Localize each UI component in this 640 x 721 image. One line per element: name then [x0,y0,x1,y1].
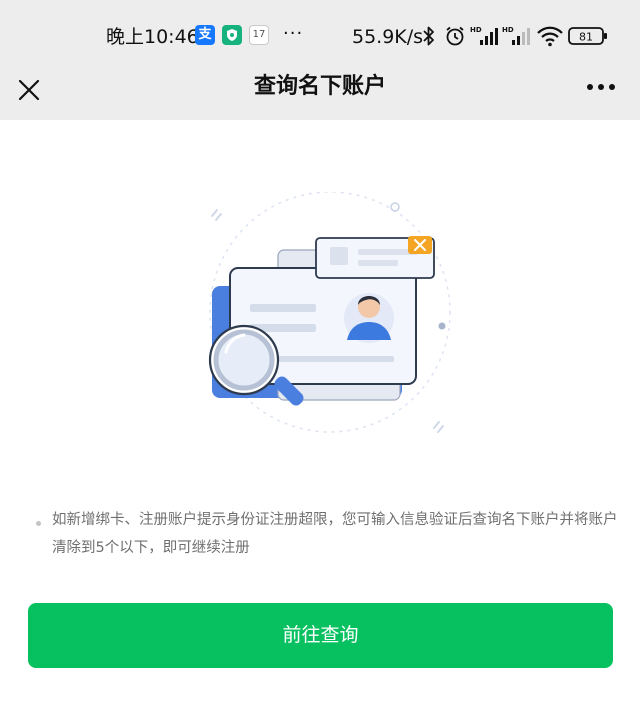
status-bar: 晚上10:46 支 17 ··· 55.9K/s HD HD 81 [0,0,640,62]
sparkle-icon-2 [433,421,444,433]
orbit-dot [390,202,400,212]
battery-icon: 81 [568,27,607,45]
orbit-dot-2 [438,322,446,330]
signal-hd-icon-2: HD [502,26,530,45]
wifi-icon [537,26,563,47]
close-badge-icon [408,236,432,254]
shield-icon [222,25,242,45]
network-speed: 55.9K/s [352,26,424,48]
account-search-illustration [208,192,451,433]
alarm-icon [446,26,464,46]
go-query-button[interactable]: 前往查询 [28,603,613,668]
page-title: 查询名下账户 [253,74,386,99]
svg-text:HD: HD [502,26,514,34]
svg-text:HD: HD [470,26,482,34]
status-more-icon: ··· [283,23,304,44]
nav-bar: 查询名下账户 [0,62,640,120]
battery-level: 81 [579,31,593,44]
signal-hd-icon: HD [470,26,498,45]
alipay-icon: 支 [195,25,215,45]
more-dots-icon[interactable] [586,80,616,94]
status-time: 晚上10:46 [106,26,199,48]
bullet-dot [36,521,41,526]
bluetooth-icon [423,26,434,46]
sparkle-icon [211,209,222,221]
avatar-icon [344,293,394,343]
notice-text: 如新增绑卡、注册账户提示身份证注册超限，您可输入信息验证后查询名下账户并将账户清… [52,512,618,556]
calendar-icon: 17 [249,25,269,45]
